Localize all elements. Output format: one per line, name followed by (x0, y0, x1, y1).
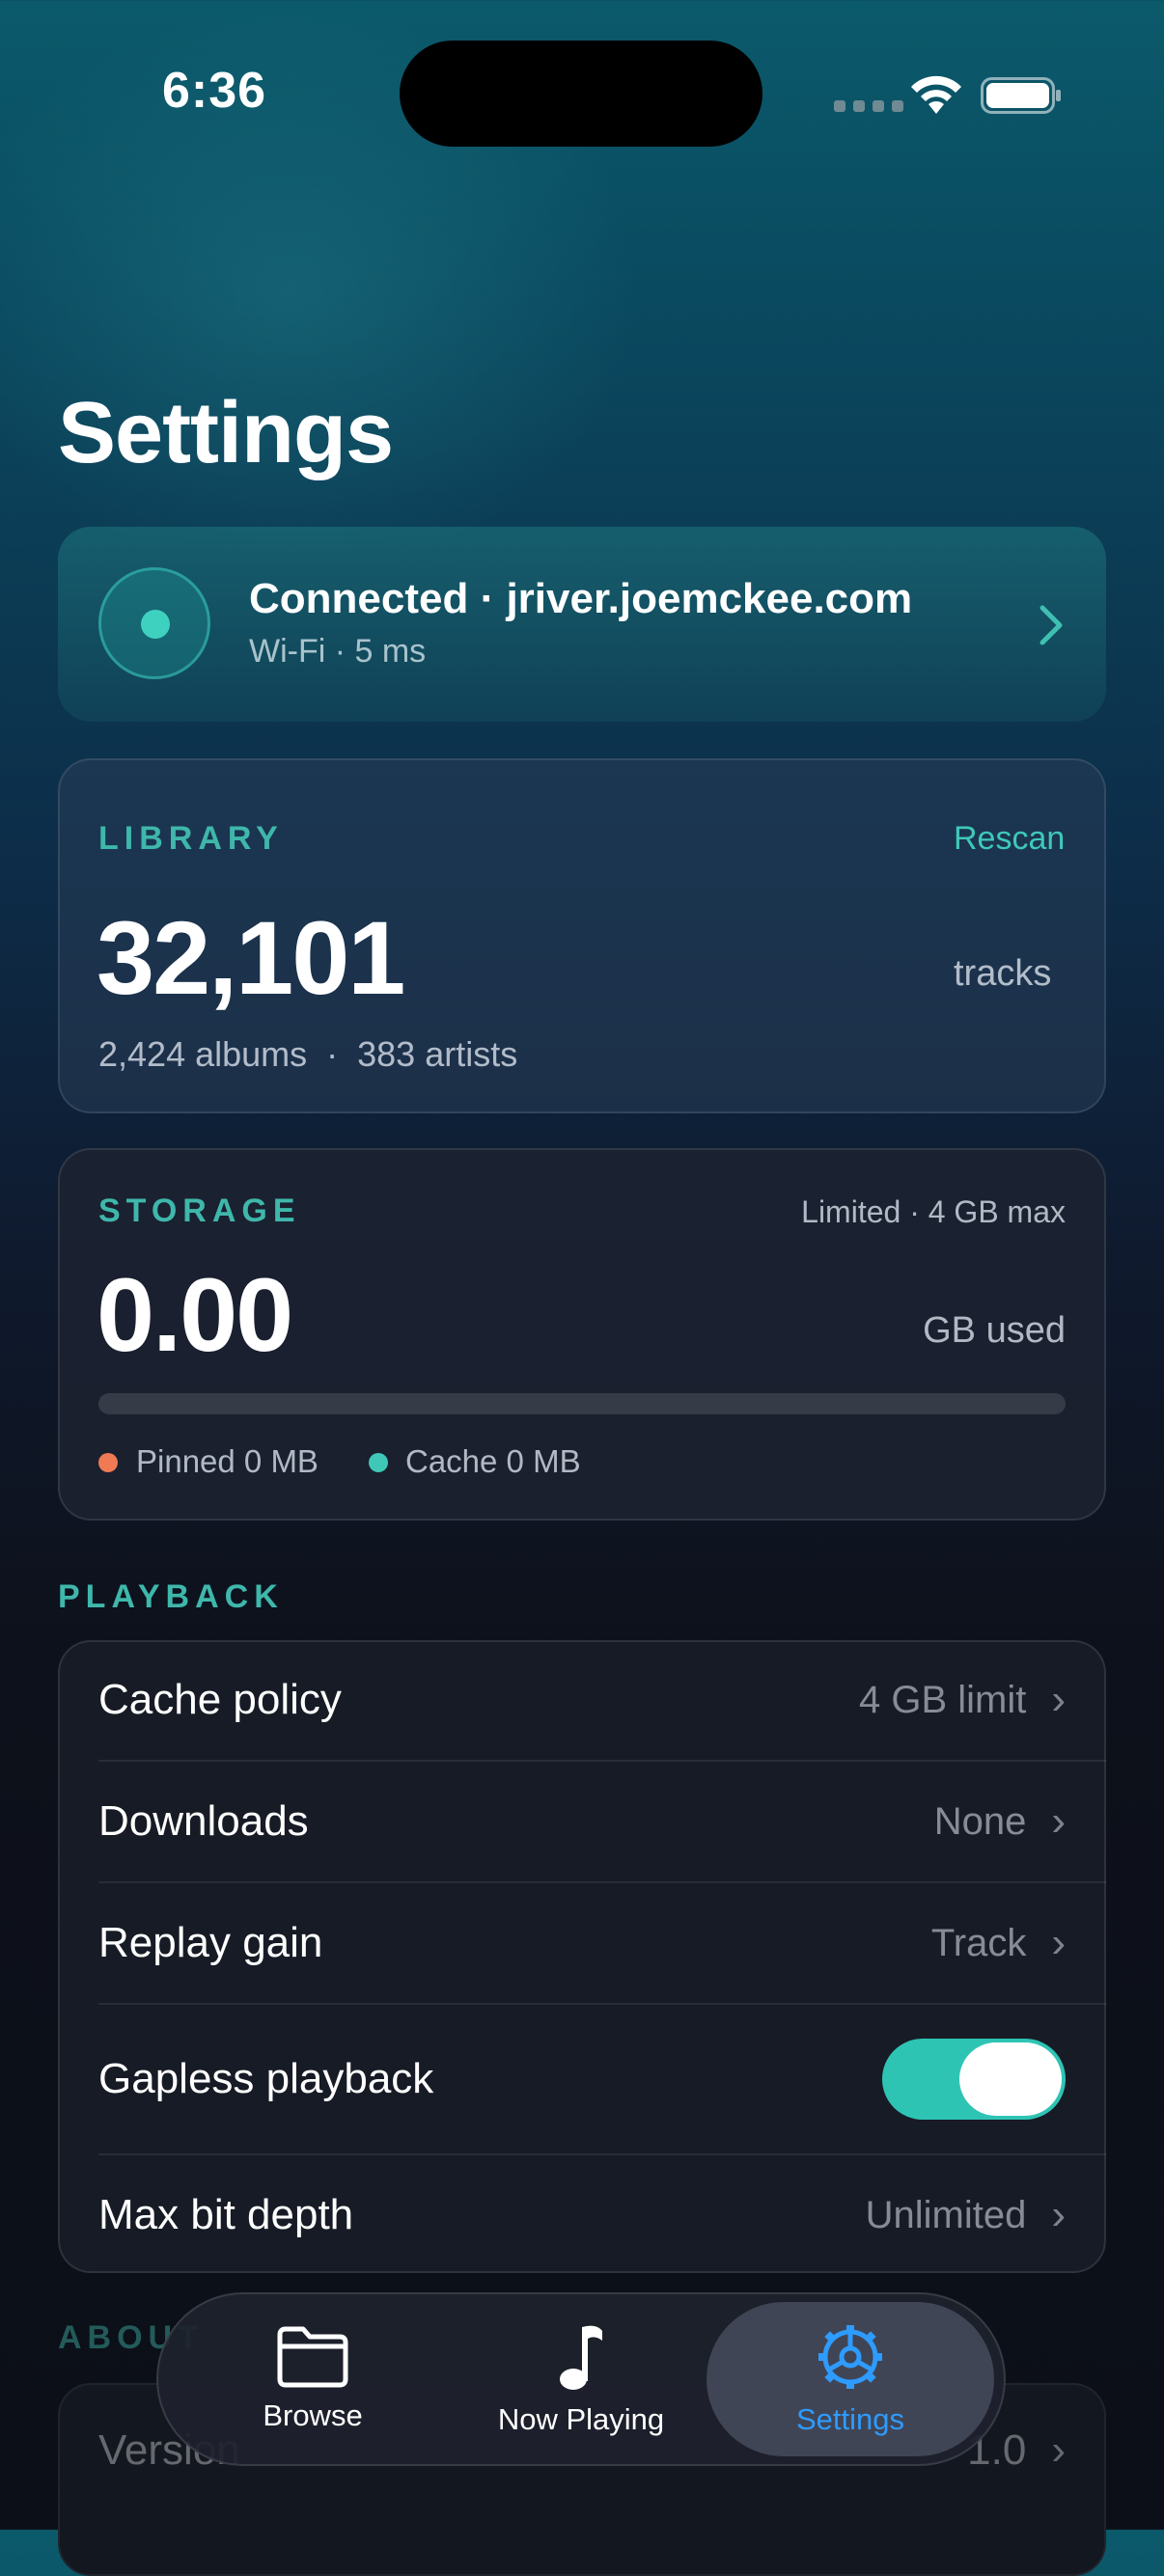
dynamic-island (400, 41, 762, 147)
connection-subtitle: Wi-Fi · 5 ms (249, 633, 427, 670)
chevron-right-icon: › (1051, 2426, 1066, 2474)
chevron-right-icon (1039, 605, 1063, 645)
tab-browse[interactable]: Browse (226, 2302, 400, 2456)
connection-title: Connected · jriver.joemckee.com (249, 575, 913, 622)
cache-legend-dot (369, 1453, 388, 1472)
storage-used-unit: GB used (923, 1310, 1066, 1351)
gear-icon (818, 2325, 882, 2389)
replay-gain-row[interactable]: Replay gain Track › (98, 1883, 1066, 2003)
chevron-right-icon: › (1051, 1919, 1066, 1966)
pinned-legend-dot (98, 1453, 118, 1472)
chevron-right-icon: › (1051, 2191, 1066, 2238)
rescan-button[interactable]: Rescan (954, 820, 1065, 858)
connection-card[interactable] (58, 527, 1106, 722)
row-value: None (933, 1799, 1027, 1843)
chevron-right-icon: › (1051, 1676, 1066, 1723)
connection-status-dot (141, 610, 170, 639)
tab-label: Settings (795, 2402, 904, 2436)
row-label: Cache policy (98, 1676, 342, 1723)
library-track-count: 32,101 (97, 899, 405, 1016)
row-label: Gapless playback (98, 2055, 434, 2102)
row-label: Downloads (98, 1797, 309, 1845)
library-track-unit: tracks (954, 953, 1052, 994)
storage-progress-bar (98, 1393, 1066, 1414)
row-label: Max bit depth (98, 2191, 354, 2238)
cache-policy-row[interactable]: Cache policy 4 GB limit › (98, 1640, 1066, 1760)
storage-limit: Limited · 4 GB max (801, 1194, 1066, 1229)
library-label: LIBRARY (98, 820, 284, 857)
tab-label: Browse (263, 2398, 363, 2432)
downloads-row[interactable]: Downloads None › (98, 1762, 1066, 1881)
music-note-icon (560, 2325, 602, 2390)
library-detail: 2,424 albums · 383 artists (98, 1034, 518, 1074)
tab-label: Now Playing (497, 2402, 665, 2436)
storage-used-value: 0.00 (97, 1256, 293, 1373)
tab-now-playing[interactable]: Now Playing (473, 2302, 689, 2456)
folder-icon (277, 2326, 348, 2388)
gapless-playback-toggle[interactable] (882, 2039, 1066, 2120)
status-time: 6:36 (162, 63, 267, 119)
tab-settings[interactable]: Settings (707, 2302, 994, 2456)
row-value: 4 GB limit (858, 1678, 1027, 1721)
battery-icon (981, 77, 1061, 114)
row-value: Unlimited (865, 2193, 1027, 2236)
cellular-signal-icon (834, 100, 903, 112)
page-title: Settings (58, 385, 394, 481)
max-bit-depth-row[interactable]: Max bit depth Unlimited › (98, 2155, 1066, 2275)
wifi-icon (911, 75, 961, 114)
pinned-legend-label: Pinned 0 MB (136, 1443, 319, 1479)
chevron-right-icon: › (1051, 1797, 1066, 1845)
toggle-knob (959, 2042, 1062, 2116)
playback-section-label: PLAYBACK (58, 1578, 284, 1615)
gapless-playback-row: Gapless playback (98, 2005, 1066, 2153)
row-label: Replay gain (98, 1919, 323, 1966)
storage-label: STORAGE (98, 1192, 301, 1229)
cache-legend-label: Cache 0 MB (405, 1443, 581, 1479)
row-value: Track (930, 1921, 1027, 1964)
